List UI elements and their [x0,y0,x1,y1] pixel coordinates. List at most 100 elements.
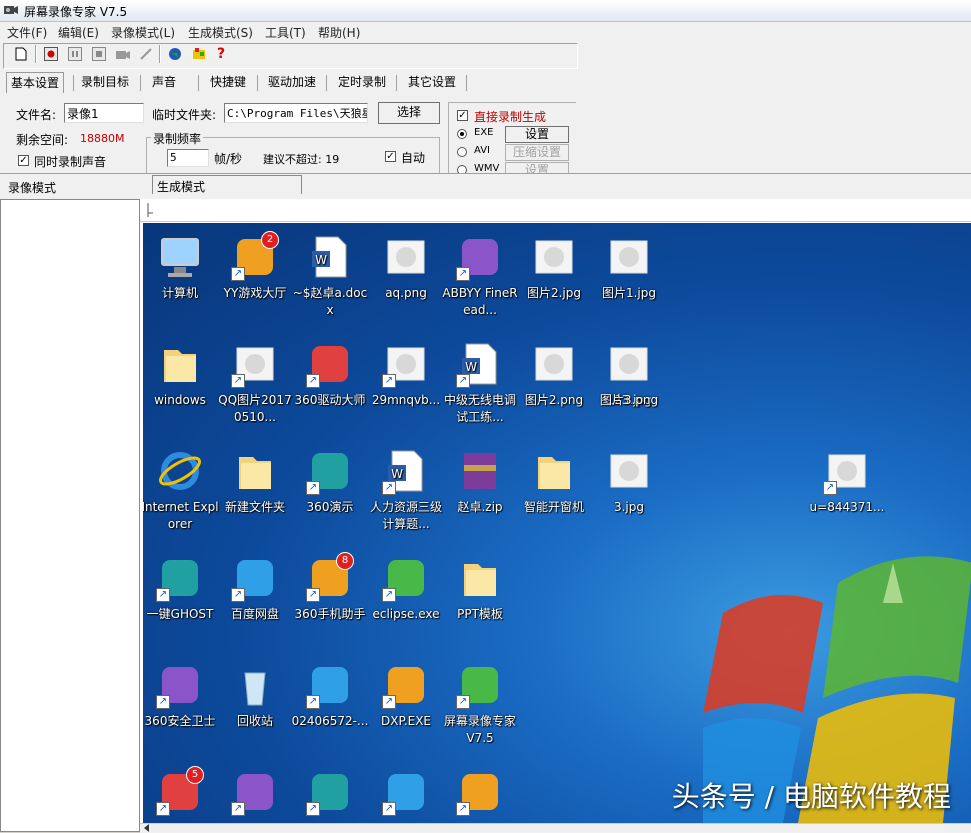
globe-icon[interactable] [166,45,184,63]
output-mode-tab[interactable]: 生成模式 [152,175,302,194]
desktop-icon[interactable]: 智能开窗机 [515,447,593,516]
desktop-icon[interactable]: ↗ 29mnqvb... [367,340,445,409]
desktop-icon[interactable]: ↗ u=844371... [808,447,886,516]
desktop-icon-label: Internet Explorer [143,500,219,531]
desktop-icon[interactable]: 5 ↗ [143,766,219,820]
stop-icon[interactable] [90,45,108,63]
tab-hotkeys[interactable]: 快捷键 [210,72,246,92]
exe-settings-button[interactable]: 设置 [505,126,569,143]
desktop-icon[interactable]: windows [143,340,219,409]
direct-generate-label: 直接录制生成 [474,110,547,124]
desktop-icon-label: 02406572-... [291,714,369,728]
desktop-icon[interactable]: ↗ 360演示 [291,447,369,516]
image-icon [530,233,578,281]
filename-input[interactable]: 录像1 [64,103,144,123]
shortcut-arrow-icon: ↗ [156,802,170,816]
menu-record-mode[interactable]: 录像模式(L) [111,24,175,41]
direct-generate-checkbox[interactable]: ✓ [457,110,468,121]
wmv-label: WMV [474,163,500,173]
desktop-icon[interactable]: ↗ 百度网盘 [216,554,294,623]
desktop-icon[interactable]: 图片2.png [515,340,593,409]
help-icon[interactable]: ? [212,45,230,63]
desktop-icon[interactable]: ↗ ABBYY FineRead... [441,233,519,319]
new-file-icon[interactable] [12,45,30,63]
desktop-icon[interactable]: 2 ↗ YY游戏大厅 [216,231,294,302]
tab-separator [466,75,467,91]
wmv-radio[interactable] [457,165,467,173]
auto-fps-checkbox[interactable]: ✓ [385,151,396,162]
tab-record-target[interactable]: 录制目标 [81,72,129,92]
menu-edit[interactable]: 编辑(E) [58,24,99,41]
colorful-tool-icon[interactable] [190,45,208,63]
ghost-icon: ↗ [156,554,204,602]
record-icon[interactable] [42,45,60,63]
timeline-ruler[interactable] [140,199,971,222]
avi-radio[interactable] [457,147,467,157]
menu-output-mode[interactable]: 生成模式(S) [188,24,253,41]
pause-icon[interactable] [66,45,84,63]
desktop-icon[interactable]: ↗ 屏幕录像专家V7.5 [441,661,519,747]
svg-text:W: W [315,253,327,267]
tab-other-settings[interactable]: 其它设置 [408,72,456,92]
desktop-icon[interactable]: 8 ↗ 360手机助手 [291,552,369,623]
desktop-icon-label: 百度网盘 [230,607,279,621]
toolbar-separator [35,45,37,63]
desktop-icon[interactable]: ↗ 02406572-... [291,661,369,730]
desktop-icon[interactable]: ↗ [441,768,519,820]
camera-icon[interactable] [114,45,132,63]
desktop-icon[interactable]: ↗ QQ图片20170510... [216,340,294,426]
desktop-icon[interactable]: ↗ 360安全卫士 [143,661,219,730]
compress-settings-button[interactable]: 压缩设置 [505,144,569,161]
menu-file[interactable]: 文件(F) [7,24,47,41]
record-audio-checkbox[interactable]: ✓ [18,155,29,166]
360-safe-icon: ↗ [156,661,204,709]
desktop-icon[interactable]: PPT模板 [441,554,519,623]
window-title: 屏幕录像专家 V7.5 [24,5,128,19]
exe-label: EXE [474,127,494,138]
desktop-icon-label: 图片2.png [524,393,584,407]
record-mode-tree[interactable] [0,199,140,832]
desktop-icon[interactable]: ↗ [291,768,369,820]
desktop-icon[interactable]: 新建文件夹 [216,447,294,516]
desktop-icon[interactable]: aq.png [367,233,445,302]
pen-icon[interactable] [137,45,155,63]
scroll-left-icon[interactable] [144,824,150,832]
desktop-icon[interactable]: ↗ 360驱动大师 [291,340,369,409]
tab-scheduled-record[interactable]: 定时录制 [338,72,386,92]
desktop-icon[interactable]: ↗ [216,768,294,820]
desktop-icon[interactable]: 计算机 [143,233,219,302]
desktop-icon[interactable]: W ↗ 人力资源三级计算题... [367,447,445,533]
desktop-icon[interactable]: ↗ [367,768,445,820]
fps-input[interactable]: 5 [167,149,209,167]
desktop-icon[interactable]: 图片2.jpg [515,233,593,302]
avi-label: AVI [474,145,490,156]
tab-audio[interactable]: 声音 [152,72,176,92]
desktop-icon[interactable]: 赵卓.zip [441,447,519,516]
desktop-icon[interactable]: 回收站 [216,661,294,730]
menu-tools[interactable]: 工具(T) [265,24,306,41]
exe-radio[interactable] [457,129,467,139]
desktop-icon-label: ~$赵卓a.docx [292,286,368,317]
filename-label: 文件名: [16,108,57,122]
desktop-icon-label: 360安全卫士 [144,714,216,728]
desktop-icon-label: PPT模板 [457,607,503,621]
wmv-settings-button[interactable]: 设置 [505,162,569,173]
desktop-icon[interactable]: ↗ DXP.EXE [367,661,445,730]
tab-basic-settings[interactable]: 基本设置 [6,72,65,93]
desktop-icon[interactable]: W ↗ 中级无线电调试工练... [441,340,519,426]
apk-icon: ↗ [306,661,354,709]
temp-folder-input[interactable]: C:\Program Files\天狼星 [224,103,368,123]
desktop-icon[interactable]: W ~$赵卓a.docx [291,233,369,319]
desktop-icon[interactable]: 图片1.jpg [590,233,668,302]
desktop-icon[interactable]: ↗ eclipse.exe [367,554,445,623]
tab-driver-accel[interactable]: 驱动加速 [268,72,316,92]
desktop-icon[interactable]: 图片3.png [590,340,668,409]
shortcut-arrow-icon: ↗ [456,695,470,709]
desktop-icon[interactable]: Internet Explorer [143,447,219,533]
auto-fps-label: 自动 [401,151,426,165]
desktop-icon-label: 回收站 [236,714,273,728]
desktop-icon[interactable]: 3.jpg [590,447,668,516]
menu-help[interactable]: 帮助(H) [318,24,360,41]
choose-folder-button[interactable]: 选择 [378,102,440,124]
desktop-icon[interactable]: ↗ 一键GHOST [143,554,219,623]
